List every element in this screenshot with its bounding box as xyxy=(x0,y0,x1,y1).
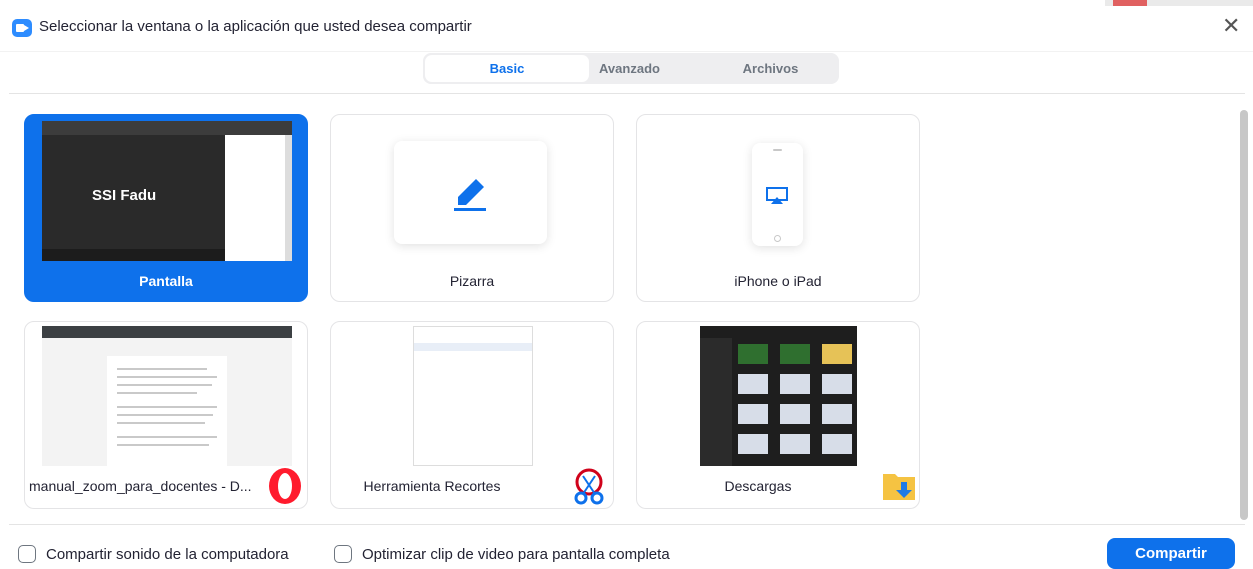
share-sound-option[interactable]: Compartir sonido de la computadora xyxy=(18,543,289,565)
zoom-logo-icon xyxy=(12,19,32,37)
whiteboard-preview xyxy=(394,141,547,244)
opera-icon xyxy=(269,468,301,504)
close-icon[interactable]: ✕ xyxy=(1222,14,1240,38)
share-option-screen[interactable]: SSI Fadu Pantalla xyxy=(24,114,308,302)
screen-thumbnail: SSI Fadu xyxy=(42,121,292,261)
card-label: iPhone o iPad xyxy=(734,273,822,289)
tab-archivos[interactable]: Archivos xyxy=(698,55,843,82)
thumbnail-participant-name: SSI Fadu xyxy=(92,187,157,204)
divider xyxy=(9,524,1245,525)
card-label: Descargas xyxy=(724,478,792,494)
share-sound-checkbox[interactable] xyxy=(18,545,36,563)
tab-bar: Basic Avanzado Archivos xyxy=(423,53,839,84)
share-option-window-manual-zoom[interactable]: manual_zoom_para_docentes - D... xyxy=(24,321,308,509)
window-thumbnail xyxy=(700,326,857,466)
scrollbar[interactable] xyxy=(1240,110,1248,520)
divider xyxy=(9,93,1245,94)
scissors-icon xyxy=(574,468,604,505)
optimize-video-checkbox[interactable] xyxy=(334,545,352,563)
share-button[interactable]: Compartir xyxy=(1107,538,1235,569)
window-thumbnail xyxy=(42,326,292,466)
card-label: Pantalla xyxy=(139,273,193,289)
window-thumbnail xyxy=(413,326,533,466)
share-sound-label: Compartir sonido de la computadora xyxy=(46,545,289,563)
card-label: manual_zoom_para_docentes - D... xyxy=(29,478,252,494)
tab-avanzado[interactable]: Avanzado xyxy=(557,55,702,82)
optimize-video-label: Optimizar clip de video para pantalla co… xyxy=(362,545,670,563)
share-option-whiteboard[interactable]: Pizarra xyxy=(330,114,614,302)
share-option-window-downloads[interactable]: Descargas xyxy=(636,321,920,509)
card-label: Herramienta Recortes xyxy=(363,478,501,494)
title-bar: Seleccionar la ventana o la aplicación q… xyxy=(0,0,1253,52)
airplay-icon xyxy=(766,187,788,204)
optimize-video-option[interactable]: Optimizar clip de video para pantalla co… xyxy=(334,543,670,565)
phone-preview xyxy=(752,143,803,246)
folder-download-icon xyxy=(883,474,915,500)
share-option-iphone-ipad[interactable]: iPhone o iPad xyxy=(636,114,920,302)
share-option-window-snipping-tool[interactable]: Herramienta Recortes xyxy=(330,321,614,509)
card-label: Pizarra xyxy=(449,273,495,289)
pen-icon xyxy=(454,179,486,211)
background-window-edge xyxy=(1105,0,1253,6)
window-title: Seleccionar la ventana o la aplicación q… xyxy=(39,18,472,35)
